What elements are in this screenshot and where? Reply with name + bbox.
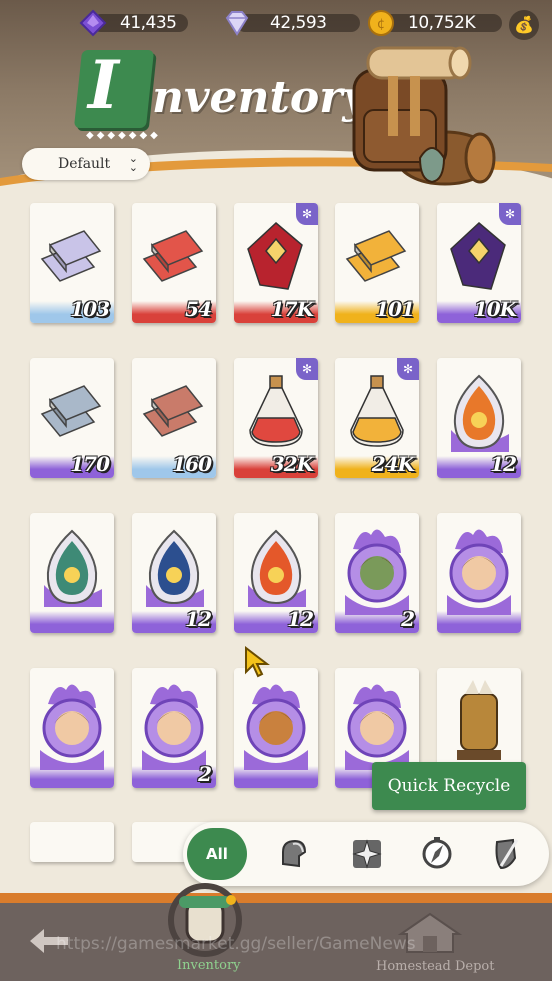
item-quantity: 24K <box>371 452 415 476</box>
item-slot[interactable]: ✻ 10K <box>437 203 521 323</box>
item-quantity: 12 <box>287 607 314 631</box>
money-bag-icon: 💰 <box>514 15 534 34</box>
resource-gold: ¢ 10,752K <box>366 8 506 38</box>
armor-figure-icon <box>457 680 501 760</box>
title-text: nventory <box>152 72 368 123</box>
item-slot[interactable]: ✻ 24K <box>335 358 419 478</box>
enhance-badge-icon: ✻ <box>296 203 318 225</box>
item-quantity: 54 <box>185 297 212 321</box>
item-slot[interactable]: 12 <box>132 513 216 633</box>
diamond-count: 42,593 <box>270 13 327 33</box>
red-potion-icon <box>249 375 303 447</box>
item-slot[interactable]: 2 <box>132 668 216 788</box>
shield-sword-icon[interactable] <box>489 836 525 872</box>
item-quantity: 2 <box>198 762 212 786</box>
item-slot[interactable]: 160 <box>132 358 216 478</box>
enhance-badge-icon: ✻ <box>296 358 318 380</box>
bottom-stripe <box>0 893 552 903</box>
amethyst-count: 41,435 <box>120 13 177 33</box>
item-slot[interactable] <box>30 668 114 788</box>
item-slot[interactable]: 12 <box>234 513 318 633</box>
chevron-down-icon: ⌄ ⌄ <box>128 152 138 174</box>
sort-label: Default <box>58 156 111 172</box>
filter-all-button[interactable]: All <box>187 828 247 880</box>
item-slot[interactable] <box>30 513 114 633</box>
ruby-gem-icon <box>247 221 303 290</box>
item-quantity: 160 <box>172 452 212 476</box>
red-ingot-icon <box>142 230 204 282</box>
shuriken-icon[interactable] <box>349 836 385 872</box>
item-quantity: 17K <box>270 297 314 321</box>
swordsman-portrait-icon <box>345 684 409 770</box>
item-slot[interactable]: 2 <box>335 513 419 633</box>
item-quantity: 10K <box>473 297 517 321</box>
item-quantity: 32K <box>270 452 314 476</box>
cursor-arrow-icon <box>245 646 270 678</box>
item-quantity: 2 <box>401 607 415 631</box>
steel-ingot-icon <box>40 385 102 437</box>
amethyst-icon <box>79 9 107 37</box>
resource-diamond: 42,593 <box>222 8 362 38</box>
item-slot[interactable]: ✻ 17K <box>234 203 318 323</box>
goblin-portrait-icon <box>345 529 409 615</box>
item-slot[interactable]: 54 <box>132 203 216 323</box>
copper-ingot-icon <box>142 385 204 437</box>
title-initial: I <box>88 46 119 124</box>
helmet-icon[interactable] <box>275 836 311 872</box>
gold-count: 10,752K <box>408 13 476 33</box>
gold-ingot-icon <box>345 230 407 282</box>
filter-bar: All <box>183 822 549 886</box>
item-slot[interactable]: 170 <box>30 358 114 478</box>
quick-recycle-button[interactable]: Quick Recycle <box>372 762 526 810</box>
flame-egg-icon <box>248 529 306 607</box>
item-quantity: 170 <box>70 452 110 476</box>
silver-ingot-icon <box>40 230 102 282</box>
item-slot[interactable]: ✻ 32K <box>234 358 318 478</box>
diamond-icon <box>225 11 249 36</box>
compass-icon[interactable] <box>419 836 455 872</box>
item-slot[interactable] <box>234 668 318 788</box>
nav-homestead-depot-label[interactable]: Homestead Depot <box>376 959 494 974</box>
svg-text:¢: ¢ <box>377 17 385 32</box>
enhance-badge-icon: ✻ <box>499 203 521 225</box>
purple-gem-icon <box>450 221 506 290</box>
resource-amethyst: 41,435 <box>78 8 188 38</box>
wind-egg-icon <box>44 529 102 607</box>
gold-coin-icon: ¢ <box>368 10 394 36</box>
item-slot[interactable]: 101 <box>335 203 419 323</box>
beast-portrait-icon <box>244 684 308 770</box>
enhance-badge-icon: ✻ <box>397 358 419 380</box>
gold-potion-icon <box>350 375 404 447</box>
money-bag-button[interactable]: 💰 <box>509 10 539 40</box>
nav-inventory-label[interactable]: Inventory <box>177 958 241 973</box>
item-quantity: 12 <box>185 607 212 631</box>
item-quantity: 103 <box>70 297 110 321</box>
sort-dropdown[interactable]: Default ⌄ ⌄ <box>22 148 150 180</box>
girl-portrait-icon <box>447 529 511 615</box>
fire-egg-icon <box>451 374 509 452</box>
title-dots: ◆◆◆◆◆◆◆ <box>86 130 161 141</box>
item-slot[interactable]: 103 <box>30 203 114 323</box>
item-slot-partial[interactable] <box>30 822 114 862</box>
backpack-icon <box>352 46 496 186</box>
inventory-grid: 103 54 ✻ 17K 101 ✻ 10K 170 160 ✻ 32K ✻ 24K 12 12 12 2 2 <box>30 203 526 853</box>
item-quantity: 101 <box>375 297 415 321</box>
water-egg-icon <box>146 529 204 607</box>
item-slot[interactable] <box>437 513 521 633</box>
watermark: https://gamesmarket.gg/seller/GameNews <box>56 934 416 954</box>
redhead-portrait-icon <box>142 684 206 770</box>
knight-portrait-icon <box>40 684 104 770</box>
item-slot[interactable]: 12 <box>437 358 521 478</box>
item-quantity: 12 <box>490 452 517 476</box>
